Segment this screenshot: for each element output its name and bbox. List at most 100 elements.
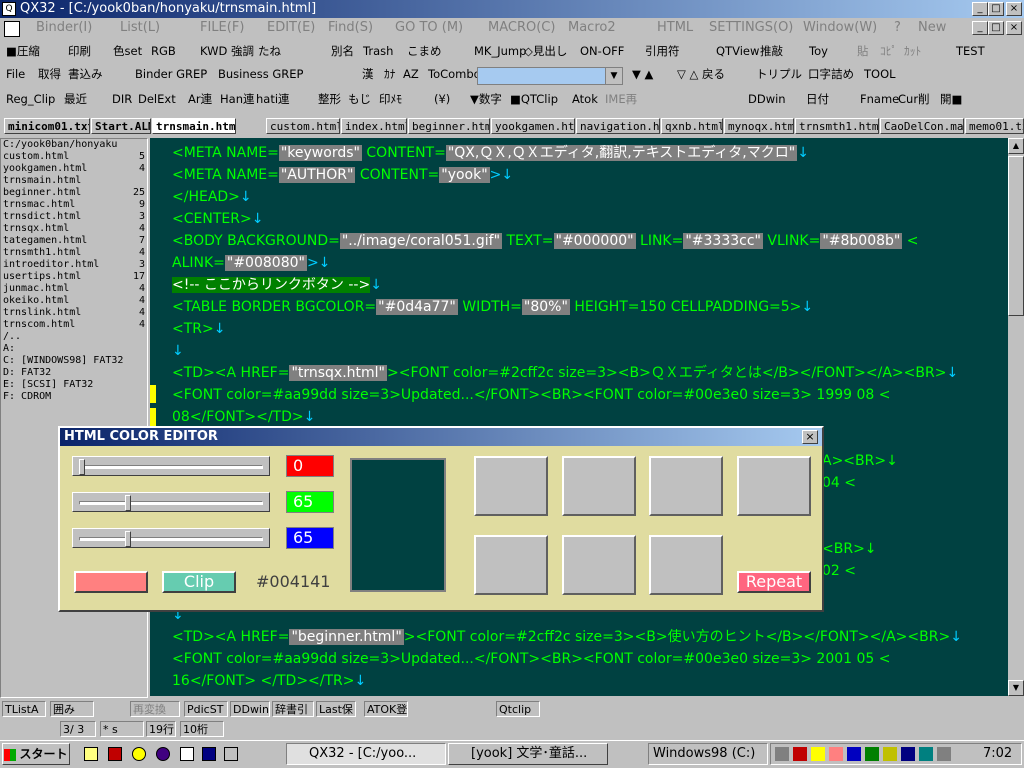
- editor-line[interactable]: <TABLE BORDER BGCOLOR= "#0d4a77" WIDTH= "8…: [172, 296, 813, 318]
- document-tab[interactable]: Start.ALM: [91, 118, 151, 134]
- drive-indicator[interactable]: Windows98 (C:): [648, 743, 768, 765]
- editor-line[interactable]: <TD><A HREF= "beginner.html" ><FONT color=…: [172, 626, 962, 648]
- scroll-up-icon[interactable]: ▲: [1008, 138, 1024, 154]
- file-list-item[interactable]: trnsqx.html 4: [1, 223, 147, 235]
- toolbar-button[interactable]: Reg_Clip: [6, 88, 55, 110]
- scroll-down-icon[interactable]: ▼: [1008, 680, 1024, 696]
- toolbar-button[interactable]: 開■: [940, 88, 962, 110]
- editor-line[interactable]: <TD><A HREF= "trnsqx.html" ><FONT color=#2…: [172, 362, 958, 384]
- toolbar-button[interactable]: 推敲: [760, 40, 783, 62]
- editor-line[interactable]: <FONT color=#aa99dd size=3>Updated...</F…: [172, 648, 890, 670]
- document-icon[interactable]: [180, 747, 194, 761]
- file-list-item[interactable]: custom.html 5: [1, 151, 147, 163]
- red-slider[interactable]: [72, 456, 270, 476]
- blue-slider[interactable]: [72, 528, 270, 548]
- toolbar-button[interactable]: こまめ: [407, 40, 442, 62]
- green-value-box[interactable]: 65: [286, 491, 334, 513]
- editor-area[interactable]: <META NAME= "keywords" CONTENT= "QX,ＱＸ,ＱＸエ…: [150, 138, 1008, 696]
- toolbar-button[interactable]: hati連: [256, 88, 290, 110]
- file-list-item[interactable]: trnsmac.html 9: [1, 199, 147, 211]
- toolbar-button[interactable]: ◇見出し: [524, 40, 567, 62]
- tray-icon[interactable]: [937, 747, 951, 761]
- toolbar-button[interactable]: 書込み: [68, 63, 103, 85]
- file-list-item[interactable]: yookgamen.html 4: [1, 163, 147, 175]
- dialog-close-button[interactable]: ×: [802, 430, 818, 444]
- toolbar-button[interactable]: 取得: [38, 63, 61, 85]
- toolbar-button[interactable]: Ar連: [188, 88, 212, 110]
- start-button[interactable]: スタート: [2, 743, 70, 765]
- menu-item[interactable]: FILE(F): [200, 18, 244, 38]
- file-list-item[interactable]: trnsmth1.html 4: [1, 247, 147, 259]
- toolbar-button[interactable]: 引用符: [645, 40, 680, 62]
- editor-line[interactable]: <META NAME= "AUTHOR" CONTENT= "yook" >↓: [172, 164, 513, 186]
- file-list-item[interactable]: F: CDROM: [1, 391, 147, 403]
- editor-line[interactable]: <CENTER>↓: [172, 208, 263, 230]
- document-tab[interactable]: beginner.html: [408, 118, 490, 134]
- pen-icon[interactable]: [775, 747, 789, 761]
- menu-item[interactable]: Binder(I): [36, 18, 92, 38]
- toolbar-button[interactable]: ■QTClip: [510, 88, 558, 110]
- tray-icon[interactable]: [865, 747, 879, 761]
- chevron-down-icon[interactable]: ▼: [605, 68, 622, 84]
- file-list-item[interactable]: trnscom.html 4: [1, 319, 147, 331]
- status-cell[interactable]: 再変換: [130, 701, 180, 717]
- network-icon[interactable]: [793, 747, 807, 761]
- doc-icon[interactable]: [4, 20, 20, 37]
- tray-icon[interactable]: [829, 747, 843, 761]
- menu-item[interactable]: GO TO (M): [395, 18, 463, 38]
- color-cell[interactable]: [649, 456, 723, 516]
- toolbar-button[interactable]: Atok: [572, 88, 598, 110]
- status-cell[interactable]: Qtclip: [496, 701, 540, 717]
- file-list-item[interactable]: usertips.html 17: [1, 271, 147, 283]
- taskbar-window-button[interactable]: [yook] 文学･童話...: [448, 743, 608, 765]
- doc-close-button[interactable]: ×: [1006, 21, 1022, 35]
- toolbar-button[interactable]: TOOL: [864, 63, 896, 85]
- document-tab[interactable]: minicom01.txt: [4, 118, 90, 134]
- menu-item[interactable]: ?: [894, 18, 901, 38]
- menu-item[interactable]: Window(W): [803, 18, 877, 38]
- toolbar-button[interactable]: ｶｯﾄ: [904, 40, 921, 62]
- close-button[interactable]: ×: [1006, 2, 1022, 16]
- clock[interactable]: 7:02: [983, 744, 1012, 764]
- smiley-icon[interactable]: [132, 747, 146, 761]
- file-list-item[interactable]: trnslink.html 4: [1, 307, 147, 319]
- file-list-item[interactable]: beginner.html 25: [1, 187, 147, 199]
- editor-line[interactable]: <BODY BACKGROUND= "../image/coral051.gif"…: [172, 230, 919, 252]
- taskbar-window-button[interactable]: QX32 - [C:/yoo...: [286, 743, 446, 765]
- app-quick-icon[interactable]: [108, 747, 122, 761]
- toolbar-button[interactable]: Fname: [860, 88, 899, 110]
- status-cell[interactable]: TListA: [2, 701, 46, 717]
- document-tab[interactable]: index.html: [341, 118, 407, 134]
- color-cell[interactable]: [737, 456, 811, 516]
- status-cell[interactable]: Last保: [316, 701, 356, 717]
- toolbar-button[interactable]: Business GREP: [218, 63, 303, 85]
- volume-icon[interactable]: [811, 747, 825, 761]
- toolbar-button[interactable]: 最近: [64, 88, 87, 110]
- doc-minimize-button[interactable]: _: [972, 21, 988, 35]
- toolbar-button[interactable]: たね: [258, 40, 281, 62]
- menu-item[interactable]: New: [918, 18, 946, 38]
- maximize-button[interactable]: □: [988, 2, 1004, 16]
- tray-icon[interactable]: [919, 747, 933, 761]
- ime-icon[interactable]: [901, 747, 915, 761]
- infinity-icon[interactable]: [202, 747, 216, 761]
- toolbar-button[interactable]: ▼数字: [470, 88, 502, 110]
- minimize-button[interactable]: _: [972, 2, 988, 16]
- clip-button[interactable]: Clip: [162, 571, 236, 593]
- file-list-item[interactable]: C: [WINDOWS98] FAT32: [1, 355, 147, 367]
- toolbar-button[interactable]: ■圧縮: [6, 40, 40, 62]
- menu-item[interactable]: List(L): [120, 18, 160, 38]
- toolbar-button[interactable]: 印ﾒﾓ: [379, 88, 402, 110]
- file-list-item[interactable]: C:/yook0ban/honyaku: [1, 139, 147, 151]
- status-cell[interactable]: DDwin: [230, 701, 270, 717]
- editor-line[interactable]: </HEAD>↓: [172, 186, 252, 208]
- menu-item[interactable]: MACRO(C): [488, 18, 555, 38]
- toolbar-button[interactable]: 口字詰め: [808, 63, 854, 85]
- green-slider[interactable]: [72, 492, 270, 512]
- explorer-icon[interactable]: [84, 747, 98, 761]
- toolbar-button[interactable]: 印刷: [68, 40, 91, 62]
- toolbar-button[interactable]: Toy: [809, 40, 828, 62]
- color-cell[interactable]: [649, 535, 723, 595]
- menu-item[interactable]: HTML: [657, 18, 693, 38]
- toolbar-button[interactable]: QTView: [716, 40, 759, 62]
